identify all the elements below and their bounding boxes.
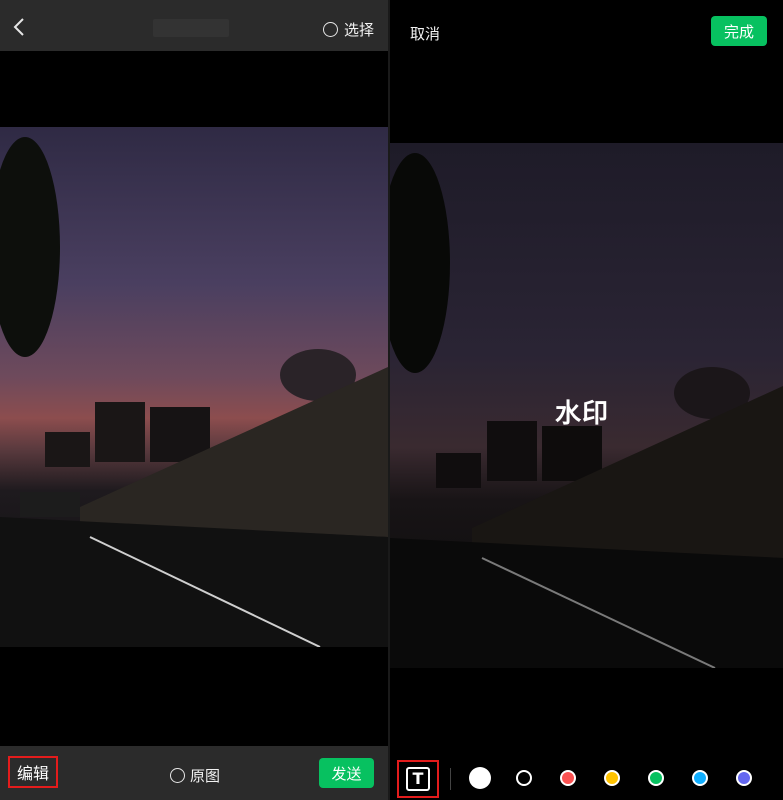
original-image-label: 原图 xyxy=(190,767,221,785)
color-swatch-green[interactable] xyxy=(648,770,664,786)
image-editor-screen: 取消 完成 水印 T xyxy=(390,0,783,800)
text-style-button[interactable]: T xyxy=(397,760,439,798)
color-swatch-white[interactable] xyxy=(469,767,491,789)
toolbar-separator xyxy=(450,768,451,790)
cancel-button[interactable]: 取消 xyxy=(410,23,440,44)
back-chevron-icon[interactable] xyxy=(12,17,28,37)
radio-circle-icon[interactable] xyxy=(170,768,185,783)
select-label: 选择 xyxy=(343,21,374,39)
color-swatch-blue[interactable] xyxy=(692,770,708,786)
color-swatch-yellow[interactable] xyxy=(604,770,620,786)
preview-bottom-bar: 编辑 原图 发送 xyxy=(0,746,388,800)
send-button[interactable]: 发送 xyxy=(319,758,374,788)
color-swatch-red[interactable] xyxy=(560,770,576,786)
watermark-text[interactable]: 水印 xyxy=(555,393,609,430)
preview-top-bar: 选择 xyxy=(0,0,388,51)
editing-photo: 水印 xyxy=(390,143,783,668)
done-button[interactable]: 完成 xyxy=(711,16,767,46)
select-toggle[interactable]: 选择 xyxy=(322,19,374,40)
dusk-city-photo xyxy=(0,127,388,647)
edit-button[interactable]: 编辑 xyxy=(8,756,58,788)
text-t-icon: T xyxy=(406,767,430,791)
page-title-placeholder xyxy=(153,19,229,37)
image-preview-screen: 选择 编辑 原图 发送 xyxy=(0,0,388,800)
preview-photo xyxy=(0,127,388,647)
radio-circle-icon[interactable] xyxy=(322,22,338,37)
text-color-toolbar: T xyxy=(390,756,783,800)
color-swatch-black[interactable] xyxy=(516,770,532,786)
color-swatch-purple[interactable] xyxy=(736,770,752,786)
original-image-toggle[interactable]: 原图 xyxy=(170,765,220,786)
